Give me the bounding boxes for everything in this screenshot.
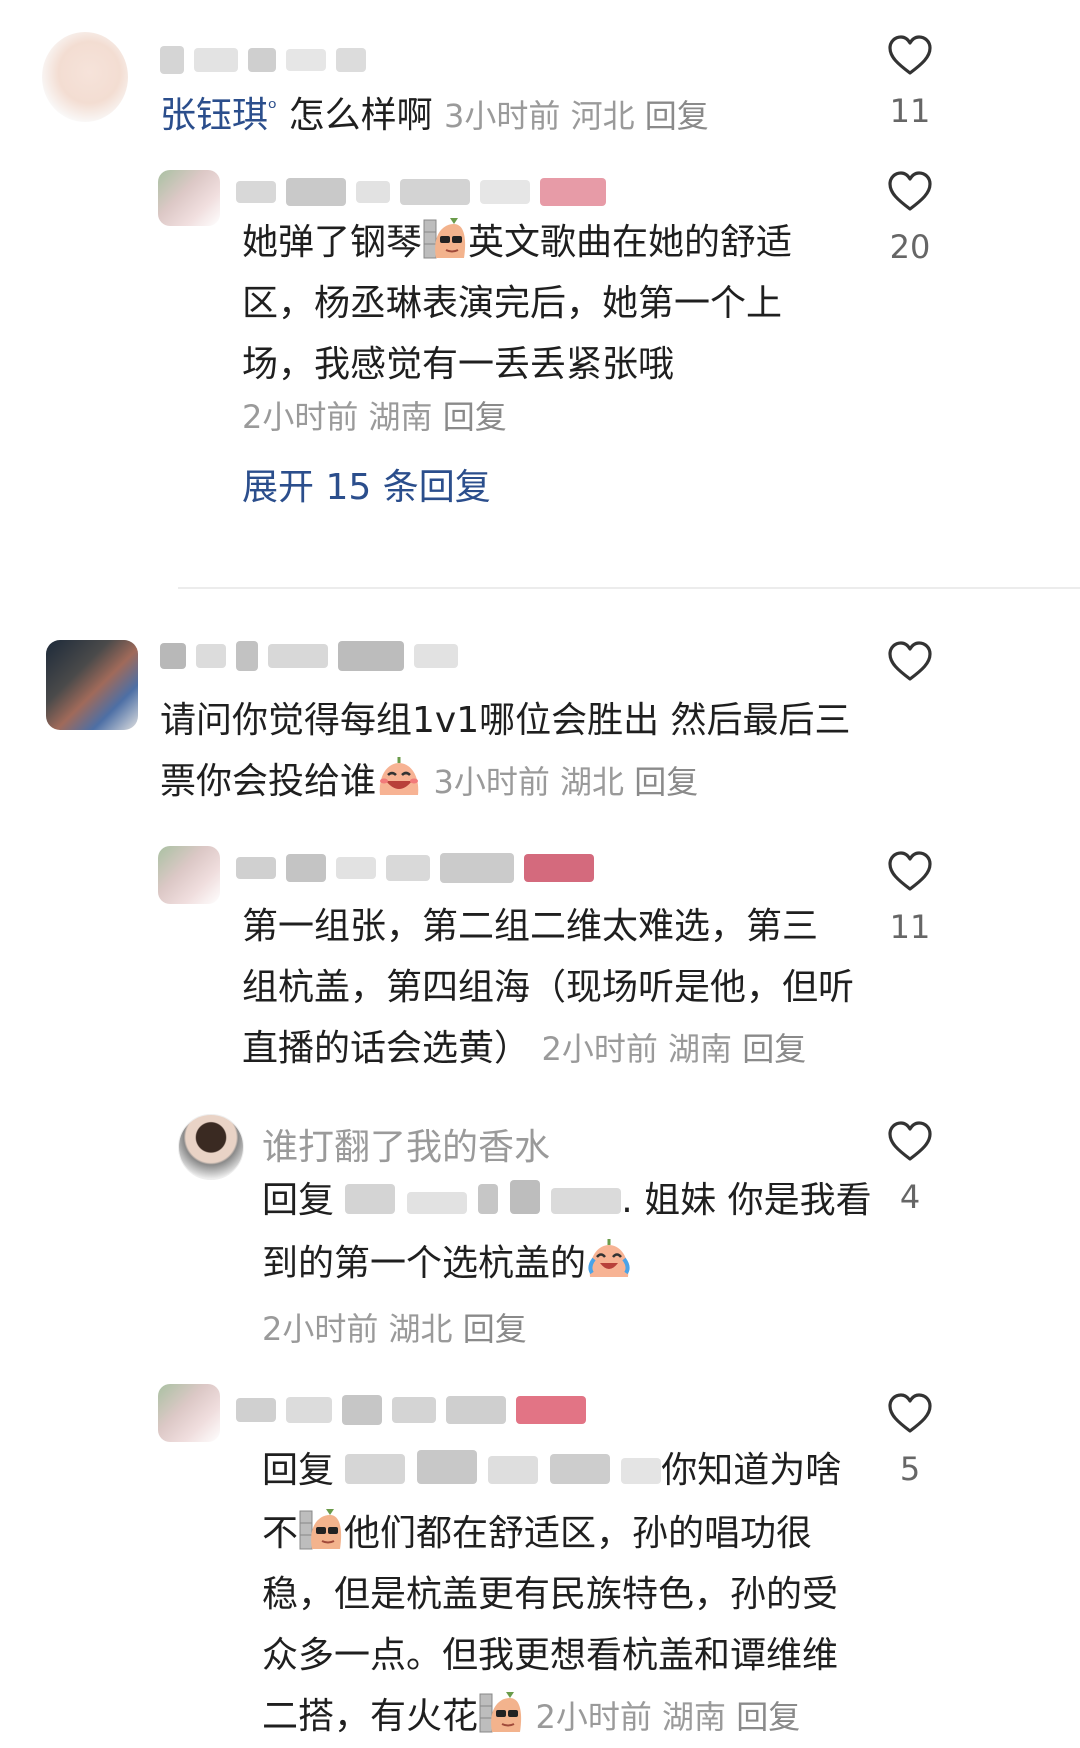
mention-link[interactable]: 张钰琪ᵒ: [160, 95, 277, 136]
sunglasses-emoji-icon: [478, 1690, 524, 1736]
username-blurred[interactable]: [236, 848, 594, 888]
like-button[interactable]: 5: [860, 1390, 960, 1488]
username-blurred[interactable]: [236, 172, 606, 212]
divider: [178, 587, 1080, 589]
username-blurred[interactable]: [236, 1390, 586, 1430]
like-button[interactable]: 11: [860, 32, 960, 130]
comment-text: 她弹了钢琴 英文歌曲在她的舒适 区，杨丞琳表演完后，她第一个上 场，我感觉有一丢丢…: [242, 212, 792, 395]
heart-outline-icon: [886, 32, 934, 80]
reply-button[interactable]: 回复: [634, 763, 698, 801]
comment-meta: 3小时前 湖北 回复: [433, 763, 699, 801]
like-count: 4: [899, 1178, 921, 1216]
cry-laugh-emoji-icon: [586, 1237, 632, 1283]
comment-meta: 2小时前 湖南 回复: [242, 398, 507, 436]
like-button[interactable]: 20: [860, 168, 960, 266]
like-count: 20: [889, 228, 931, 266]
mention-blurred[interactable]: [345, 1442, 662, 1503]
like-button[interactable]: 11: [860, 848, 960, 946]
reply-button[interactable]: 回复: [463, 1310, 527, 1348]
expand-replies-button[interactable]: 展开 15 条回复: [242, 458, 491, 510]
comment-meta: 2小时前 湖南 回复: [535, 1697, 801, 1736]
comment-meta: 2小时前 湖南 回复: [541, 1030, 807, 1068]
reply-button[interactable]: 回复: [443, 398, 507, 436]
comment-text: 请问你觉得每组1v1哪位会胜出 然后最后三 票你会投给谁 3小时前 湖北 回复: [160, 700, 851, 802]
like-count: 11: [889, 92, 931, 130]
like-button[interactable]: 4: [860, 1118, 960, 1216]
username-blurred[interactable]: [160, 636, 458, 676]
comment-text: 回复 . 姐妹 你是我看 到的第一个选杭盖的: [262, 1170, 872, 1294]
comment-text: 回复 你知道为啥 不他们都在舒适区，孙的唱功很 稳，但是杭盖更有民族特色，孙的受…: [262, 1440, 841, 1748]
sunglasses-emoji-icon: [422, 216, 468, 262]
like-count: 5: [899, 1450, 921, 1488]
reply-button[interactable]: 回复: [736, 1698, 800, 1736]
username-blurred[interactable]: [160, 40, 366, 80]
comment-meta: 2小时前 湖北 回复: [262, 1310, 527, 1348]
laugh-emoji-icon: [376, 755, 422, 801]
heart-outline-icon: [886, 638, 934, 686]
heart-outline-icon: [886, 168, 934, 216]
heart-outline-icon: [886, 848, 934, 896]
heart-outline-icon: [886, 1118, 934, 1166]
like-button[interactable]: [860, 638, 960, 686]
username[interactable]: 谁打翻了我的香水: [262, 1118, 550, 1170]
avatar[interactable]: [158, 1384, 220, 1442]
like-count: 11: [889, 908, 931, 946]
avatar[interactable]: [178, 1114, 244, 1180]
comment-meta: 3小时前 河北 回复: [444, 97, 709, 135]
reply-button[interactable]: 回复: [742, 1030, 806, 1068]
comment-text: 张钰琪ᵒ 怎么样啊 3小时前 河北 回复: [160, 95, 709, 136]
reply-button[interactable]: 回复: [645, 97, 709, 135]
avatar[interactable]: [158, 170, 220, 226]
comment-text: 第一组张，第二组二维太难选，第三 组杭盖，第四组海（现场听是他，但听 直播的话会…: [242, 906, 855, 1069]
avatar[interactable]: [46, 640, 138, 730]
mention-blurred[interactable]: [345, 1172, 622, 1233]
avatar[interactable]: [42, 32, 128, 122]
avatar[interactable]: [158, 846, 220, 904]
heart-outline-icon: [886, 1390, 934, 1438]
sunglasses-emoji-icon: [298, 1507, 344, 1553]
